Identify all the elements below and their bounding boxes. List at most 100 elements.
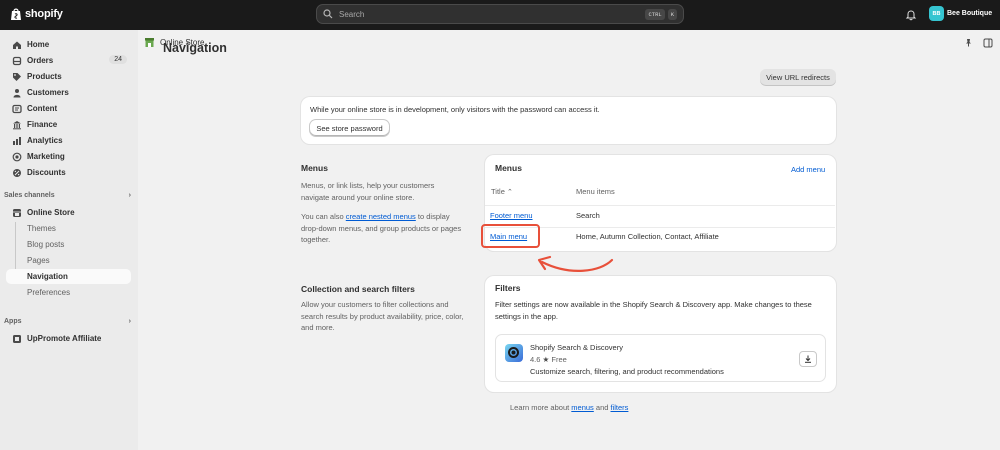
chevron-right-icon: › — [128, 192, 131, 199]
sidebar-item-label: Finance — [27, 120, 58, 129]
sidebar: Home Orders 24 Products Customers Conten… — [0, 30, 138, 450]
menus-help-link[interactable]: menus — [571, 403, 594, 412]
add-menu-link[interactable]: Add menu — [791, 164, 825, 176]
store-avatar[interactable]: BB — [929, 6, 944, 21]
sidebar-item-label: Customers — [27, 88, 69, 97]
sidebar-item-label: Products — [27, 72, 62, 81]
install-app-button[interactable] — [799, 351, 817, 367]
footer-text: Learn more about — [510, 403, 572, 412]
filters-help-link[interactable]: filters — [611, 403, 629, 412]
sidebar-item-orders[interactable]: Orders 24 — [6, 53, 131, 68]
bell-icon[interactable] — [905, 9, 917, 21]
sidebar-item-label: Orders — [27, 56, 54, 65]
main-menu-highlight — [481, 224, 540, 248]
menus-card-title: Menus — [495, 163, 522, 173]
sidebar-item-label: Themes — [27, 224, 56, 233]
bank-icon — [13, 120, 21, 129]
footer-menu-items: Search — [576, 211, 600, 220]
orders-count-badge: 24 — [109, 55, 127, 64]
section-header-label: Sales channels — [4, 192, 55, 199]
menus-heading: Menus — [301, 163, 328, 173]
column-header-label: Title — [491, 187, 505, 196]
pin-icon[interactable] — [964, 38, 973, 47]
sidebar-item-finance[interactable]: Finance — [6, 117, 131, 132]
sidebar-item-label: Home — [27, 40, 50, 49]
app-price: Free — [551, 355, 567, 364]
store-name[interactable]: Bee Boutique — [947, 10, 992, 17]
footer-menu-link[interactable]: Footer menu — [490, 210, 533, 222]
sales-channels-header[interactable]: Sales channels › — [4, 192, 131, 199]
sidebar-subitem-themes[interactable]: Themes — [6, 221, 131, 236]
sidebar-subitem-navigation[interactable]: Navigation — [6, 269, 131, 284]
app-name: Shopify Search & Discovery — [530, 343, 623, 352]
chevron-right-icon: › — [128, 318, 131, 325]
tag-icon — [13, 72, 21, 81]
sidebar-item-label: Preferences — [27, 288, 71, 297]
sidebar-item-discounts[interactable]: Discounts — [6, 165, 131, 180]
brand-name: shopify — [25, 8, 63, 20]
discount-icon — [13, 168, 21, 177]
online-store-icon — [145, 38, 154, 47]
search-placeholder: Search — [339, 9, 365, 19]
top-bar: shopify Search CTRL K BB Bee Boutique — [0, 0, 1000, 30]
search-icon — [323, 9, 333, 19]
app-description: Customize search, filtering, and product… — [530, 367, 724, 376]
main-menu-items: Home, Autumn Collection, Contact, Affili… — [576, 232, 719, 241]
footer-text: and — [593, 403, 611, 412]
kbd-ctrl: CTRL — [645, 8, 665, 20]
kbd-k: K — [667, 8, 677, 20]
sidebar-item-analytics[interactable]: Analytics — [6, 133, 131, 148]
rating-value: 4.6 — [530, 355, 541, 364]
row-divider — [485, 205, 835, 206]
sidebar-item-marketing[interactable]: Marketing — [6, 149, 131, 164]
learn-more-text: Learn more about menus and filters — [510, 402, 628, 414]
search-input[interactable]: Search CTRL K — [316, 4, 684, 24]
create-nested-menus-link[interactable]: create nested menus — [346, 212, 416, 221]
sidebar-subitem-preferences[interactable]: Preferences — [6, 285, 131, 300]
shopify-logo[interactable]: shopify — [10, 7, 63, 21]
sidebar-item-label: Marketing — [27, 152, 65, 161]
nested-menus-description: You can also create nested menus to disp… — [301, 211, 465, 246]
sidebar-item-content[interactable]: Content — [6, 101, 131, 116]
section-header-label: Apps — [4, 318, 22, 325]
sidebar-item-label: Navigation — [27, 272, 68, 281]
page-title: Navigation — [163, 41, 227, 55]
column-header-title[interactable]: Title ⌃ — [491, 186, 513, 199]
sidebar-item-products[interactable]: Products — [6, 69, 131, 84]
store-icon — [13, 208, 21, 217]
sidebar-item-online-store[interactable]: Online Store — [6, 205, 131, 220]
sidebar-item-label: Online Store — [27, 208, 75, 217]
sidebar-subitem-blog-posts[interactable]: Blog posts — [6, 237, 131, 252]
sidebar-subitem-pages[interactable]: Pages — [6, 253, 131, 268]
sidebar-item-label: Discounts — [27, 168, 66, 177]
magnifier-icon — [508, 347, 519, 358]
see-store-password-button[interactable]: See store password — [310, 120, 389, 136]
home-icon — [13, 41, 21, 49]
sidebar-item-label: Content — [27, 104, 58, 113]
app-icon — [13, 334, 21, 343]
sidebar-item-label: UpPromote Affiliate — [27, 334, 102, 343]
menus-description: Menus, or link lists, help your customer… — [301, 181, 435, 202]
view-url-redirects-button[interactable]: View URL redirects — [760, 69, 836, 86]
filters-card-title: Filters — [495, 283, 521, 293]
sidebar-toggle-icon[interactable] — [983, 38, 993, 48]
app-rating: 4.6 ★ Free — [530, 354, 567, 366]
column-header-menu-items: Menu items — [576, 187, 615, 196]
search-discovery-app-card[interactable]: Shopify Search & Discovery 4.6 ★ Free Cu… — [495, 334, 826, 382]
content-icon — [12, 104, 22, 113]
person-icon — [13, 88, 21, 97]
orders-icon — [12, 56, 22, 65]
download-icon — [805, 355, 811, 363]
sidebar-item-label: Analytics — [27, 136, 63, 145]
star-icon: ★ — [542, 355, 550, 364]
password-banner-text: While your online store is in developmen… — [310, 105, 600, 114]
sidebar-item-home[interactable]: Home — [6, 37, 131, 52]
shopify-bag-icon — [11, 8, 21, 20]
sidebar-item-label: Pages — [27, 256, 50, 265]
sidebar-item-label: Blog posts — [27, 240, 65, 249]
apps-header[interactable]: Apps › — [4, 318, 131, 325]
search-discovery-app-icon — [505, 344, 523, 362]
filters-description: Allow your customers to filter collectio… — [301, 300, 464, 332]
sidebar-item-uppromote[interactable]: UpPromote Affiliate — [6, 331, 131, 346]
sidebar-item-customers[interactable]: Customers — [6, 85, 131, 100]
